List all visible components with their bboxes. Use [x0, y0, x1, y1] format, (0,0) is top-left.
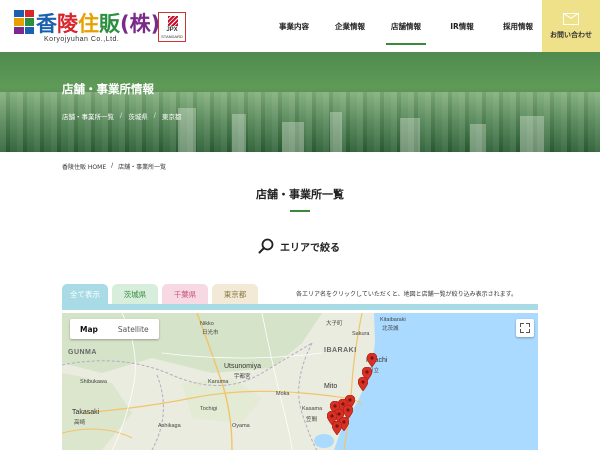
map-label-moka: Moka [276, 391, 290, 397]
breadcrumb-current: 店舗・事業所一覧 [118, 164, 167, 171]
nav-business[interactable]: 事業内容 [266, 0, 322, 52]
map-label-tochigi: Tochigi [200, 406, 218, 412]
search-icon [258, 238, 274, 254]
store-pin[interactable] [332, 421, 342, 435]
map-label-utsunomiya: Utsunomiya [224, 363, 261, 370]
nav-recruit[interactable]: 採用情報 [490, 0, 546, 52]
hero-link-list[interactable]: 店舗・事業所一覧 [62, 111, 114, 121]
satellite-view-button[interactable]: Satellite [108, 319, 159, 339]
logo-wordmark: 香陵住販(株) [36, 12, 161, 36]
site-header: 香陵住販(株) Koryojyuhan Co.,Ltd. JPX STANDAR… [0, 0, 600, 52]
map-label-ashikaga: Ashikaga [158, 423, 181, 429]
tab-chiba[interactable]: 千葉県 [162, 284, 208, 304]
fullscreen-icon [520, 323, 524, 327]
map-label-gunma: GUNMA [68, 349, 97, 356]
logo-subtitle: Koryojyuhan Co.,Ltd. [44, 36, 120, 43]
area-tabs: 全て表示 茨城県 千葉県 東京都 [62, 284, 258, 304]
hero-link-ibaraki[interactable]: 茨城県 [128, 111, 148, 121]
map-label-sakura: Sakura [352, 331, 370, 337]
store-map[interactable]: Nikko 日光市 GUNMA IBARAKI Utsunomiya 宇都宮 S… [62, 313, 538, 450]
breadcrumb: 香陵住販 HOME / 店舗・事業所一覧 [62, 162, 167, 171]
map-view-button[interactable]: Map [70, 319, 108, 339]
map-label-mito: Mito [324, 383, 338, 390]
hero-banner: 店舗・事業所情報 店舗・事業所一覧 / 茨城県 / 東京都 [0, 52, 600, 152]
tab-tokyo[interactable]: 東京都 [212, 284, 258, 304]
map-label-ibaraki: IBARAKI [324, 347, 357, 354]
nav-ir[interactable]: IR情報 [434, 0, 490, 52]
breadcrumb-home[interactable]: 香陵住販 HOME [62, 162, 106, 171]
tab-all[interactable]: 全て表示 [62, 284, 108, 304]
map-label-kanuma: Kanuma [208, 379, 229, 385]
hero-link-tokyo[interactable]: 東京都 [162, 111, 182, 121]
store-pin[interactable] [367, 353, 377, 367]
mail-icon [563, 12, 579, 25]
jpx-standard-badge: JPX STANDARD [158, 12, 186, 42]
area-filter-toggle[interactable]: エリアで絞る [258, 237, 340, 255]
filter-note: 各エリア名をクリックしていただくと、地図と店舗一覧が絞り込み表示されます。 [296, 291, 517, 298]
contact-button[interactable]: お問い合わせ [542, 0, 600, 52]
section-title: 店舗・事業所一覧 [256, 188, 344, 201]
nav-company[interactable]: 企業情報 [322, 0, 378, 52]
map-label-takasaki: Takasaki [72, 409, 100, 416]
jpx-icon [168, 16, 178, 26]
map-type-control: Map Satellite [70, 319, 159, 339]
store-pin[interactable] [358, 377, 368, 391]
logo-mark-icon [14, 10, 34, 34]
tab-ibaraki[interactable]: 茨城県 [112, 284, 158, 304]
map-label-shibukawa: Shibukawa [80, 379, 107, 385]
tab-underline-bar [62, 304, 538, 310]
map-label-nikko: Nikko [200, 321, 214, 327]
map-label-oyama: Oyama [232, 423, 250, 429]
page-title: 店舗・事業所情報 [62, 82, 154, 96]
hero-links: 店舗・事業所一覧 / 茨城県 / 東京都 [62, 111, 182, 121]
nav-stores[interactable]: 店舗情報 [378, 0, 434, 52]
fullscreen-button[interactable] [516, 319, 534, 337]
title-underline [290, 210, 310, 212]
company-logo[interactable]: 香陵住販(株) Koryojyuhan Co.,Ltd. [14, 9, 160, 45]
map-label-kasama: Kasama [302, 406, 323, 412]
map-label-kitaibaraki: Kitaibaraki [380, 317, 406, 323]
main-nav: 事業内容 企業情報 店舗情報 IR情報 採用情報 [266, 0, 546, 52]
